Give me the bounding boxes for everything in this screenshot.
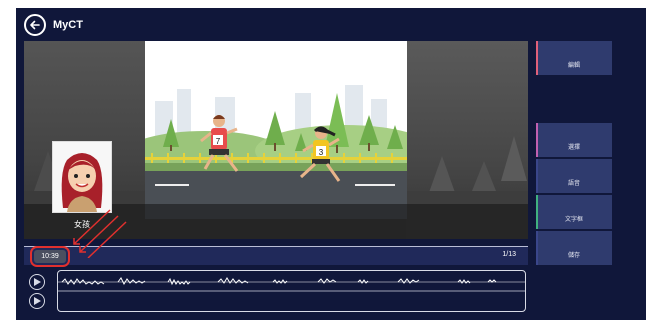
running-scene-illustration: 7 3 <box>145 41 407 219</box>
arrow-left-icon <box>30 20 40 30</box>
accent-bar <box>536 159 538 193</box>
play-icon <box>34 297 41 305</box>
character-avatar[interactable] <box>52 141 112 213</box>
play-button[interactable] <box>29 293 45 309</box>
current-time-badge[interactable]: 10:39 <box>30 246 70 267</box>
girl-avatar-icon <box>61 153 103 212</box>
video-preview[interactable]: 7 3 女孩 <box>24 41 528 239</box>
page-counter: 1/13 <box>502 251 516 258</box>
select-button[interactable]: 選擇 <box>536 123 612 157</box>
accent-bar <box>536 41 538 75</box>
back-button[interactable] <box>24 14 46 36</box>
save-button[interactable]: 儲存 <box>536 231 612 265</box>
voice-button[interactable]: 語音 <box>536 159 612 193</box>
edit-button[interactable]: 編輯 <box>536 41 612 75</box>
edit-button-label: 編輯 <box>567 63 580 69</box>
play-button[interactable] <box>29 274 45 290</box>
textbox-button-label: 文字框 <box>564 217 583 223</box>
select-button-label: 選擇 <box>567 145 580 151</box>
accent-bar <box>536 123 538 157</box>
audio-waveform[interactable] <box>57 270 526 312</box>
side-panel: 編輯 選擇 語音 文字框 儲存 <box>536 41 614 273</box>
timeline-bar[interactable]: 10:39 1/13 <box>24 246 528 267</box>
play-icon <box>34 278 41 286</box>
svg-text:7: 7 <box>216 137 221 146</box>
app-title: MyCT <box>53 19 83 31</box>
accent-bar <box>536 195 538 229</box>
save-button-label: 儲存 <box>567 253 580 259</box>
voice-button-label: 語音 <box>567 181 580 187</box>
character-name: 女孩 <box>74 220 90 229</box>
app-window: MyCT 7 3 女孩 編輯 選擇 語音 文字框 儲存 10:39 1/13 <box>16 8 646 320</box>
textbox-button[interactable]: 文字框 <box>536 195 612 229</box>
svg-text:3: 3 <box>319 148 324 157</box>
accent-bar <box>536 231 538 265</box>
